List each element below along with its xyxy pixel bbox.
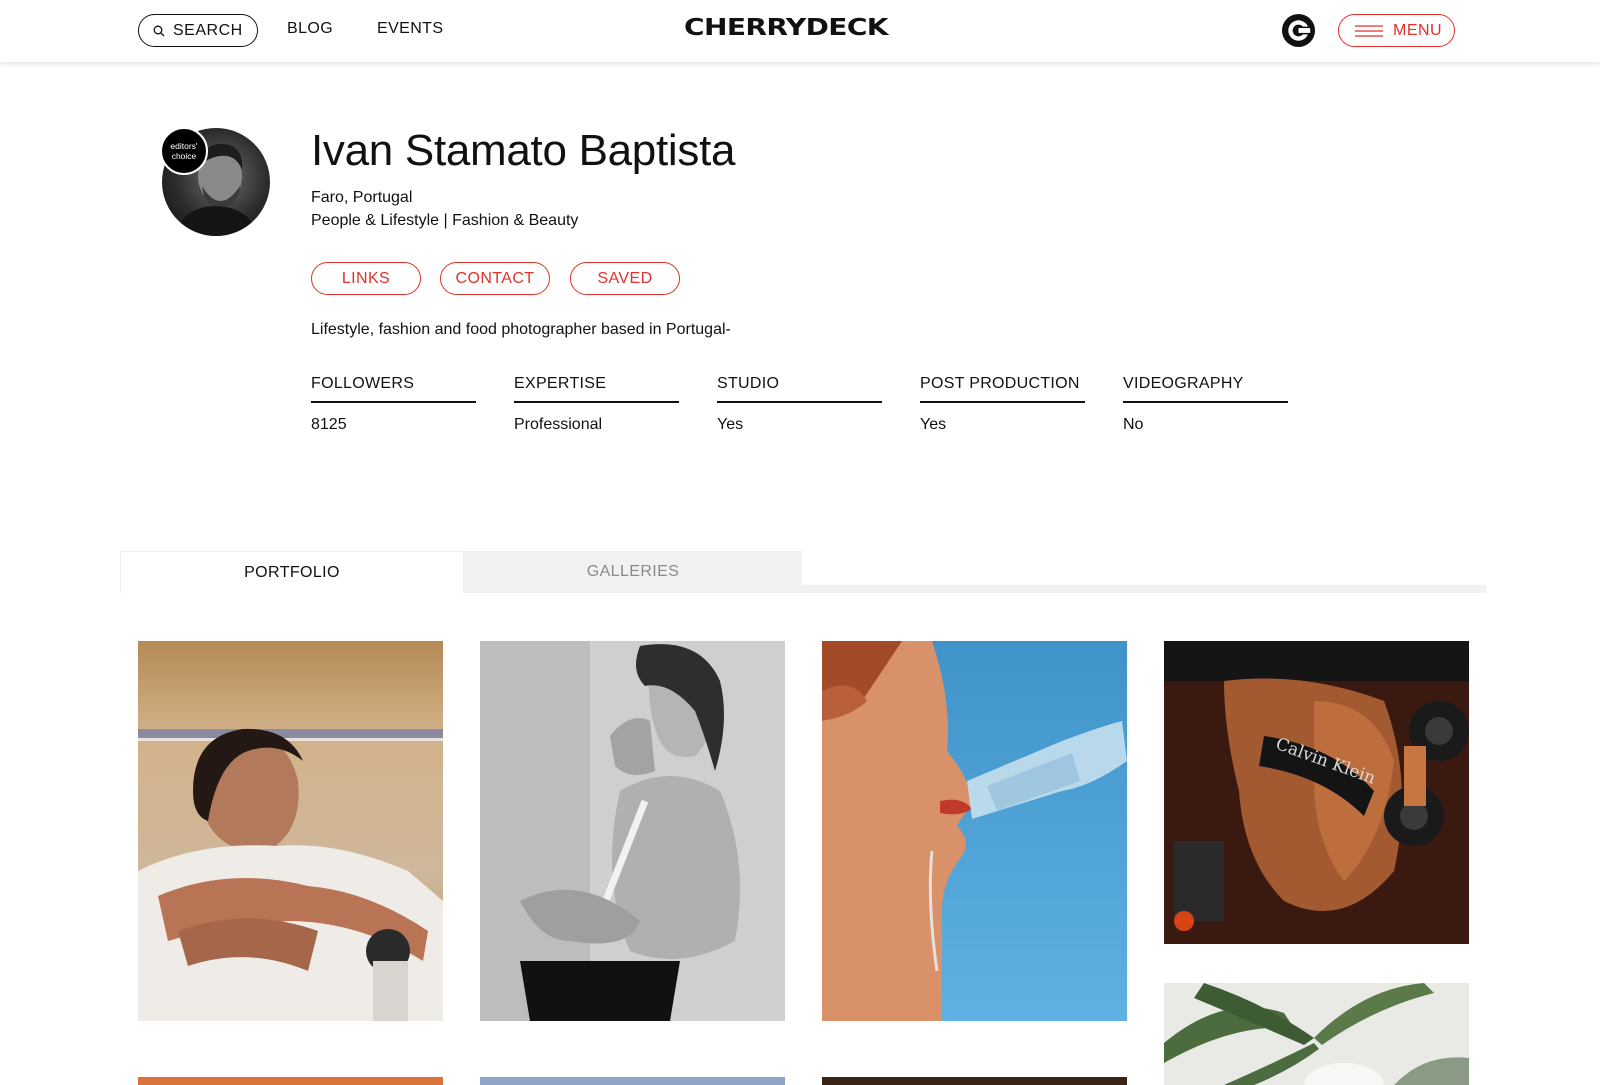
stat-label: FOLLOWERS <box>311 375 476 403</box>
portfolio-photo-6[interactable] <box>138 1077 443 1085</box>
stat-label: EXPERTISE <box>514 375 679 403</box>
portfolio-photo-7[interactable] <box>480 1077 785 1085</box>
menu-button[interactable]: MENU <box>1338 14 1455 47</box>
profile-bio: Lifestyle, fashion and food photographer… <box>311 321 731 338</box>
stat-followers: FOLLOWERS 8125 <box>311 375 476 434</box>
nav-events-link[interactable]: EVENTS <box>377 20 443 38</box>
black-and-white-portrait-photo <box>480 641 785 1021</box>
stat-studio: STUDIO Yes <box>717 375 882 434</box>
saved-button[interactable]: SAVED <box>570 262 680 295</box>
portfolio-photo-3[interactable] <box>822 641 1127 1021</box>
nav-blog-link[interactable]: BLOG <box>287 20 333 38</box>
cherrydeck-c-icon[interactable] <box>1281 13 1316 48</box>
portfolio-photo-2[interactable] <box>480 641 785 1021</box>
search-button[interactable]: SEARCH <box>138 14 258 47</box>
tab-portfolio[interactable]: PORTFOLIO <box>120 551 464 593</box>
fitness-dumbbell-photo: Calvin Klein <box>1164 641 1469 944</box>
portfolio-photo-4[interactable]: Calvin Klein <box>1164 641 1469 944</box>
stat-post-production: POST PRODUCTION Yes <box>920 375 1085 434</box>
links-button[interactable]: LINKS <box>311 262 421 295</box>
search-button-label: SEARCH <box>173 21 243 39</box>
stat-label: POST PRODUCTION <box>920 375 1085 403</box>
portfolio-photo-8[interactable] <box>822 1077 1127 1085</box>
editors-choice-badge: editors' choice <box>160 127 208 175</box>
woman-drinking-water-photo <box>822 641 1127 1021</box>
stat-value: Yes <box>717 416 744 433</box>
contact-button[interactable]: CONTACT <box>440 262 550 295</box>
search-icon <box>153 25 165 36</box>
site-logo[interactable]: CHERRYDECK <box>684 15 889 41</box>
profile-categories: People & Lifestyle | Fashion & Beauty <box>311 212 579 229</box>
woman-on-boat-photo <box>138 641 443 1021</box>
palm-tree-photo <box>1164 983 1469 1085</box>
stat-videography: VIDEOGRAPHY No <box>1123 375 1288 434</box>
hamburger-icon <box>1355 24 1383 37</box>
stat-value: Professional <box>514 416 603 433</box>
stat-value: 8125 <box>311 416 347 433</box>
profile-location: Faro, Portugal <box>311 189 413 206</box>
menu-button-label: MENU <box>1393 21 1443 39</box>
badge-text: editors' choice <box>170 141 198 161</box>
stat-value: Yes <box>920 416 947 433</box>
site-header: SEARCH BLOG EVENTS CHERRYDECK MENU <box>0 0 1600 62</box>
stat-label: STUDIO <box>717 375 882 403</box>
profile-name: Ivan Stamato Baptista <box>311 126 736 175</box>
portfolio-photo-1[interactable] <box>138 641 443 1021</box>
stat-expertise: EXPERTISE Professional <box>514 375 679 434</box>
tab-galleries[interactable]: GALLERIES <box>464 551 802 593</box>
stat-value: No <box>1123 416 1144 433</box>
stat-label: VIDEOGRAPHY <box>1123 375 1288 403</box>
portfolio-photo-5[interactable] <box>1164 983 1469 1085</box>
